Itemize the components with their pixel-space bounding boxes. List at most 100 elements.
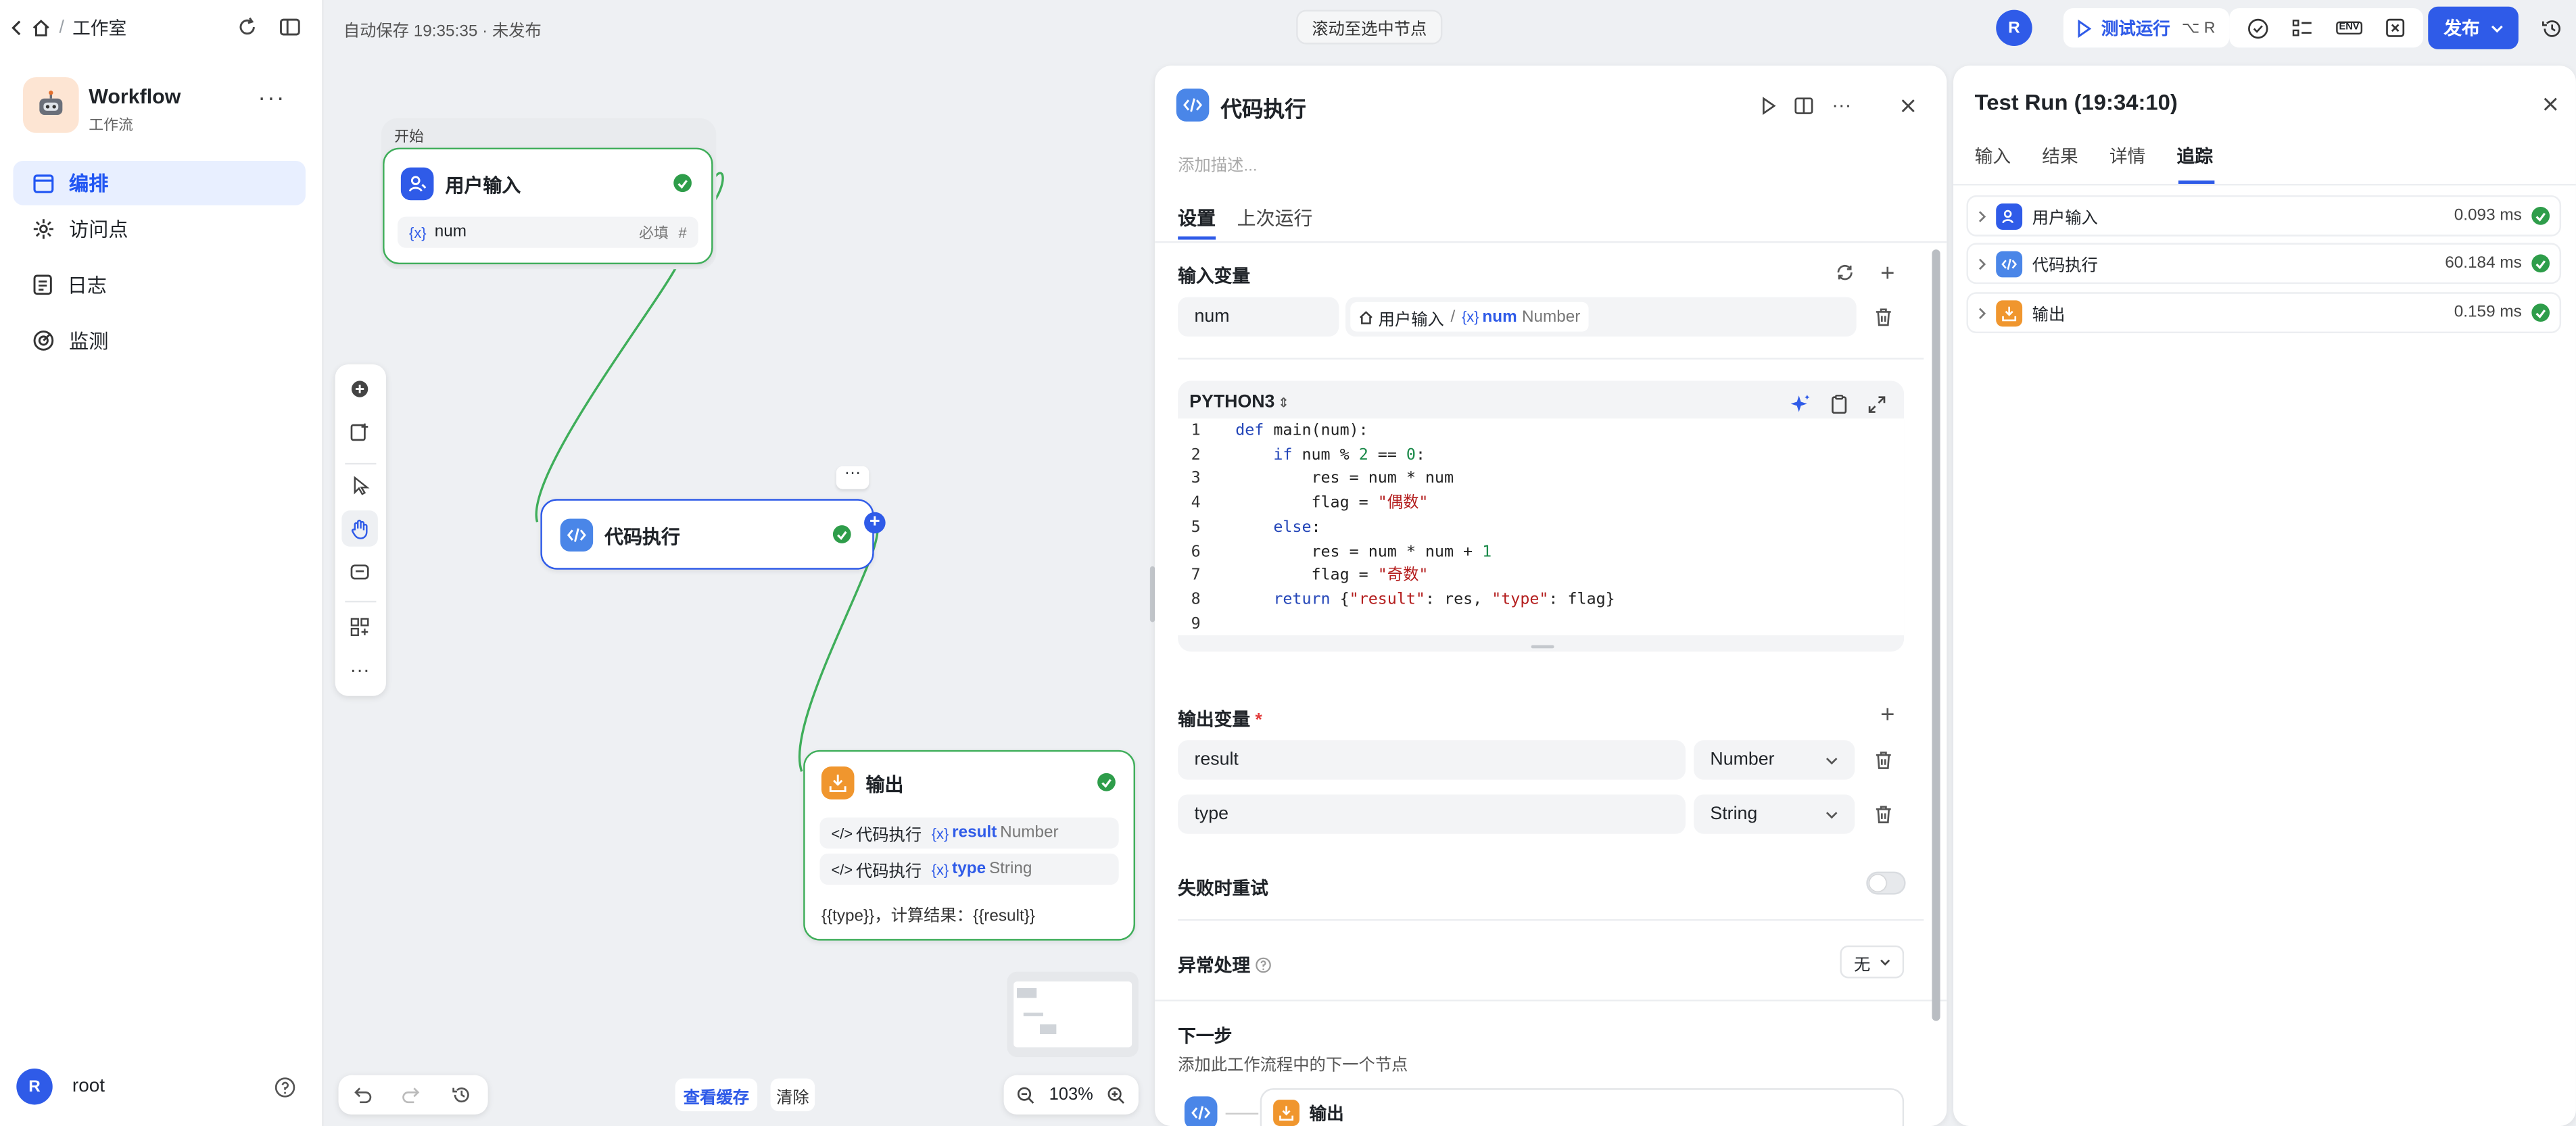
sidebar-item-access-point[interactable]: 访问点	[13, 207, 306, 251]
user-row[interactable]: R root	[16, 1067, 306, 1106]
run-node-icon[interactable]	[1750, 87, 1786, 123]
clear-cache-button[interactable]: 清除	[770, 1078, 815, 1112]
next-node-card[interactable]: 输出	[1260, 1088, 1905, 1126]
copy-icon[interactable]	[1820, 386, 1856, 422]
node-more-button[interactable]: ···	[836, 466, 869, 489]
sidebar-item-orchestrate[interactable]: 编排	[13, 161, 306, 205]
tab-settings[interactable]: 设置	[1178, 205, 1216, 232]
more-icon[interactable]: ···	[1823, 87, 1859, 123]
output-name-field[interactable]: result	[1178, 740, 1686, 780]
line-number: 1	[1191, 422, 1201, 440]
undo-icon[interactable]	[345, 1077, 381, 1112]
add-input-icon[interactable]: +	[1869, 254, 1905, 290]
code-editor[interactable]: PYTHON3 ⇕ 1 2 3 4 5 6 7 8 9 def main(num)…	[1178, 381, 1905, 652]
pointer-icon[interactable]	[341, 468, 377, 504]
help-icon[interactable]	[275, 1076, 296, 1098]
home-icon[interactable]	[31, 18, 51, 38]
output-type-select[interactable]: String	[1694, 794, 1855, 834]
language-select[interactable]: PYTHON3 ⇕	[1189, 392, 1289, 412]
next-step-title: 下一步	[1178, 1027, 1233, 1048]
refresh-icon[interactable]	[229, 8, 264, 44]
test-run-button[interactable]: 测试运行 ⌥ R	[2063, 8, 2230, 48]
output-name-field[interactable]: type	[1178, 794, 1686, 834]
minimap[interactable]	[1007, 971, 1139, 1058]
ai-sparkle-icon[interactable]	[1782, 386, 1818, 422]
retry-toggle[interactable]	[1866, 871, 1906, 895]
output-vars-label: 输出变量	[1178, 710, 1251, 731]
close-icon[interactable]	[2531, 85, 2567, 121]
input-var-row: {x} num 必填 #	[398, 216, 698, 248]
add-output-icon[interactable]: +	[1869, 696, 1905, 732]
var-type: Number	[1521, 308, 1581, 326]
close-icon[interactable]	[1889, 87, 1925, 123]
description-input[interactable]: 添加描述...	[1178, 151, 1257, 176]
sidebar-item-monitor[interactable]: 监测	[13, 318, 306, 363]
line-number: 5	[1191, 518, 1201, 537]
more-icon[interactable]: ···	[258, 84, 285, 110]
env-button[interactable]: ENV	[2335, 21, 2363, 35]
redo-icon[interactable]	[393, 1077, 429, 1112]
tab-result[interactable]: 结果	[2042, 143, 2078, 169]
zoom-in-icon[interactable]	[1107, 1086, 1126, 1104]
output-node[interactable]: 输出 </> 代码执行 {x} result Number </> 代码执行 {…	[803, 750, 1135, 941]
panel-title[interactable]: 代码执行	[1220, 92, 1306, 123]
expand-icon[interactable]	[1858, 386, 1894, 422]
trace-row[interactable]: 用户输入 0.093 ms	[1966, 195, 2562, 237]
input-var-name[interactable]: num	[1178, 297, 1339, 337]
editor-resize-handle[interactable]	[1531, 645, 1554, 649]
tab-last-run[interactable]: 上次运行	[1237, 205, 1313, 232]
info-icon[interactable]	[1255, 957, 1271, 973]
collaborator-avatar[interactable]: R	[1996, 9, 2032, 47]
chevron-right-icon	[1978, 306, 1986, 319]
trace-row[interactable]: 输出 0.159 ms	[1966, 292, 2562, 334]
chevron-down-icon	[1826, 810, 1838, 818]
chevron-right-icon	[1978, 257, 1986, 270]
panel-resize-handle[interactable]	[1149, 566, 1155, 622]
check-list-icon[interactable]	[2247, 18, 2269, 39]
add-node-icon[interactable]: +	[864, 512, 886, 534]
delete-icon[interactable]	[1865, 299, 1901, 335]
publish-button[interactable]: 发布	[2428, 6, 2519, 49]
layout-organize-icon[interactable]	[341, 609, 377, 645]
code-node[interactable]: 代码执行	[540, 499, 874, 570]
user-input-node[interactable]: 用户输入 {x} num 必填 #	[383, 147, 713, 265]
test-run-panel: Test Run (19:34:10) 输入 结果 详情 追踪 用户输入 0.0…	[1953, 66, 2576, 1126]
zoom-level[interactable]: 103%	[1049, 1085, 1093, 1104]
success-check-icon	[1097, 773, 1116, 791]
sidebar-item-logs[interactable]: 日志	[13, 263, 306, 308]
delete-icon[interactable]	[1865, 796, 1901, 832]
zoom-out-icon[interactable]	[1017, 1086, 1035, 1104]
input-var-selector[interactable]: 用户输入 / {x} num Number	[1345, 297, 1857, 337]
tab-details[interactable]: 详情	[2109, 143, 2145, 169]
add-node-icon[interactable]	[341, 371, 377, 407]
trace-row[interactable]: 代码执行 60.184 ms	[1966, 243, 2562, 285]
back-chevron-icon[interactable]	[10, 20, 23, 36]
error-handling-select[interactable]: 无	[1840, 945, 1905, 979]
tab-trace[interactable]: 追踪	[2176, 143, 2212, 169]
history-icon[interactable]	[444, 1077, 479, 1112]
version-history-icon[interactable]	[2533, 10, 2569, 46]
hand-icon[interactable]	[341, 510, 378, 547]
variable-box-icon[interactable]	[2385, 18, 2405, 38]
tab-input[interactable]: 输入	[1975, 143, 2011, 169]
comment-icon[interactable]	[341, 555, 377, 591]
sync-icon[interactable]	[1827, 254, 1863, 290]
publish-label: 发布	[2443, 20, 2480, 40]
more-icon[interactable]: ···	[341, 652, 377, 687]
view-cache-button[interactable]: 查看缓存	[675, 1078, 758, 1112]
line-numbers: 1 2 3 4 5 6 7 8 9	[1191, 420, 1201, 637]
avatar[interactable]: R	[16, 1069, 53, 1105]
delete-icon[interactable]	[1865, 742, 1901, 778]
todo-icon[interactable]	[2291, 18, 2313, 38]
output-type-select[interactable]: Number	[1694, 740, 1855, 780]
add-note-icon[interactable]	[341, 414, 377, 449]
layout-icon	[33, 173, 55, 193]
app-type: 工作流	[89, 116, 133, 133]
sidebar-toggle-icon[interactable]	[271, 8, 307, 44]
breadcrumb-current[interactable]: 工作室	[72, 15, 126, 41]
success-check-icon	[2531, 207, 2550, 225]
split-view-icon[interactable]	[1786, 87, 1821, 123]
panel-scrollbar[interactable]	[1932, 249, 1940, 1021]
code-area[interactable]: 1 2 3 4 5 6 7 8 9 def main(num): if num …	[1178, 418, 1905, 637]
source-node: 代码执行	[855, 863, 922, 882]
